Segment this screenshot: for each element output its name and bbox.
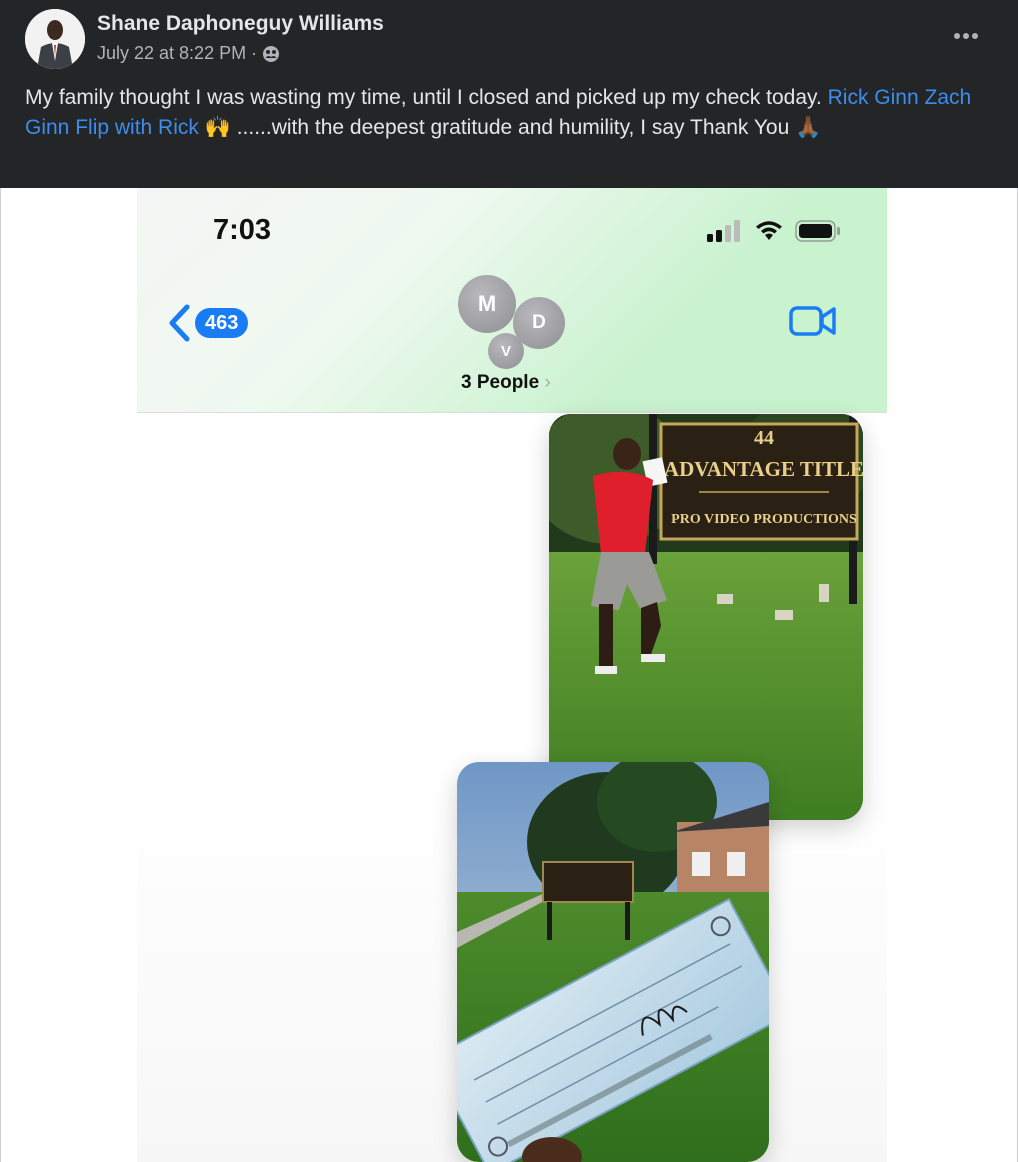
sign-subtitle: PRO VIDEO PRODUCTIONS bbox=[671, 512, 857, 527]
signal-icon bbox=[707, 220, 740, 242]
imessage-header: 7:03 463 M D V 3 People › bbox=[137, 188, 887, 413]
group-name[interactable]: 3 People › bbox=[461, 372, 551, 394]
sign-number: 44 bbox=[754, 427, 774, 449]
unread-count-badge: 463 bbox=[195, 308, 249, 338]
author-name[interactable]: Shane Daphoneguy Williams bbox=[97, 12, 384, 36]
back-button[interactable]: 463 bbox=[167, 304, 249, 342]
wifi-icon bbox=[756, 221, 782, 240]
facetime-button[interactable] bbox=[789, 304, 837, 343]
battery-icon bbox=[795, 220, 840, 242]
chevron-right-icon: › bbox=[544, 372, 551, 393]
avatar-v: V bbox=[488, 333, 524, 369]
status-time: 7:03 bbox=[213, 214, 272, 246]
avatar-m: M bbox=[458, 275, 516, 333]
post-meta: July 22 at 8:22 PM · bbox=[97, 43, 280, 64]
avatar-image bbox=[25, 9, 85, 69]
sign-company: ADVANTAGE TITLE bbox=[664, 457, 863, 481]
post-text-intro: My family thought I was wasting my time,… bbox=[25, 86, 828, 109]
video-camera-icon bbox=[789, 306, 836, 336]
tag-rick-ginn[interactable]: Rick Ginn bbox=[828, 86, 919, 109]
post-timestamp[interactable]: July 22 at 8:22 PM bbox=[97, 43, 246, 64]
post-header: Shane Daphoneguy Williams July 22 at 8:2… bbox=[0, 0, 1018, 188]
phone-screenshot: 7:03 463 M D V 3 People › 44 ADVANTAGE T… bbox=[137, 188, 887, 1162]
group-avatars[interactable]: M D V bbox=[455, 272, 575, 372]
photo-check[interactable] bbox=[457, 762, 769, 1162]
meta-separator: · bbox=[251, 43, 258, 63]
post-text: My family thought I was wasting my time,… bbox=[25, 83, 985, 143]
photo-image bbox=[457, 762, 769, 1162]
tag-flip-with-rick[interactable]: Flip with Rick bbox=[75, 116, 199, 139]
photo-man-at-sign[interactable]: 44 ADVANTAGE TITLE PRO VIDEO PRODUCTIONS bbox=[549, 414, 863, 820]
more-options-button[interactable] bbox=[948, 22, 984, 50]
post-text-outro: 🙌 ......with the deepest gratitude and h… bbox=[198, 116, 822, 139]
post-image[interactable]: 7:03 463 M D V 3 People › 44 ADVANTAGE T… bbox=[0, 188, 1018, 1162]
status-icons bbox=[707, 220, 841, 242]
photo-image: 44 ADVANTAGE TITLE PRO VIDEO PRODUCTIONS bbox=[549, 414, 863, 820]
avatar[interactable] bbox=[25, 9, 85, 69]
chevron-left-icon bbox=[169, 304, 190, 342]
group-label: 3 People bbox=[461, 372, 540, 393]
more-horizontal-icon bbox=[954, 33, 978, 39]
custom-audience-icon[interactable] bbox=[262, 45, 280, 63]
